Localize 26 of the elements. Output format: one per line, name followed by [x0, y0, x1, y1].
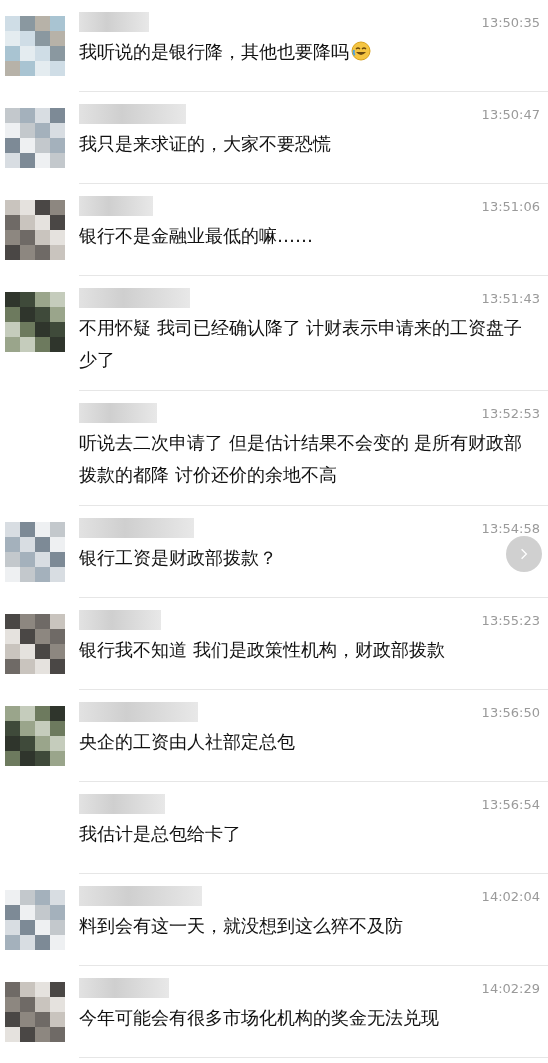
- message-text: 今年可能会有很多市场化机构的奖金无法兑现: [79, 1007, 439, 1028]
- next-button[interactable]: [506, 536, 542, 572]
- message-text: 听说去二次申请了 但是估计结果不会变的 是所有财政部拨款的都降 讨价还价的余地不高: [79, 432, 523, 485]
- redacted-name: [79, 12, 149, 32]
- message-text: 我估计是总包给卡了: [79, 823, 241, 844]
- message-time: 14:02:04: [481, 888, 540, 904]
- chevron-icon: [520, 547, 528, 561]
- message-text: 不用怀疑 我司已经确认降了 计财表示申请来的工资盘子少了: [79, 317, 523, 370]
- message-time: 13:56:50: [481, 704, 540, 720]
- message-time: 13:52:53: [481, 405, 540, 421]
- message-time: 13:51:06: [481, 198, 540, 214]
- message-time: 13:54:58: [481, 520, 540, 536]
- message-time: 13:55:23: [481, 612, 540, 628]
- message-text: 料到会有这一天，就没想到这么猝不及防: [79, 915, 403, 936]
- message-time: 13:50:47: [481, 106, 540, 122]
- message-text: 我只是来求证的，大家不要恐慌: [79, 133, 331, 154]
- message-text: 银行不是金融业最低的嘛……: [79, 225, 313, 246]
- message-text: 我听说的是银行降，其他也要降吗: [79, 41, 349, 62]
- message-time: 13:50:35: [481, 14, 540, 30]
- laughing-face-icon: [351, 41, 371, 61]
- message-time: 13:56:54: [481, 796, 540, 812]
- message-time: 13:51:43: [481, 290, 540, 306]
- message-text: 银行我不知道 我们是政策性机构，财政部拨款: [79, 639, 445, 660]
- message-time: 14:02:29: [481, 980, 540, 996]
- message-text: 银行工资是财政部拨款？: [79, 547, 277, 568]
- message-text: 央企的工资由人社部定总包: [79, 731, 295, 752]
